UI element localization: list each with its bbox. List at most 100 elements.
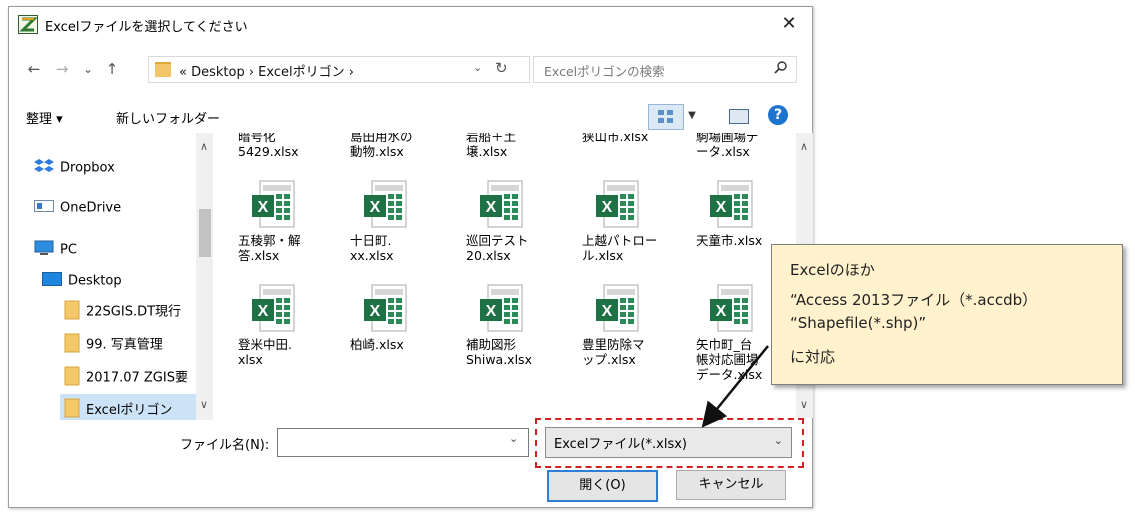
- scroll-down-icon[interactable]: ∨: [800, 398, 808, 411]
- filename-input[interactable]: [277, 428, 529, 457]
- view-options-dropdown[interactable]: ▼: [684, 104, 700, 128]
- sidebar-item-dropbox[interactable]: Dropbox: [34, 158, 115, 178]
- svg-text:X: X: [716, 303, 727, 320]
- file-item[interactable]: X 柏崎.xlsx: [338, 283, 434, 352]
- refresh-icon[interactable]: ↻: [495, 59, 508, 77]
- preview-pane-icon[interactable]: [729, 109, 749, 124]
- file-item[interactable]: X 登米中田. xlsx: [226, 283, 322, 367]
- cancel-button[interactable]: キャンセル: [676, 470, 786, 500]
- file-name: 巡回テスト 20.xlsx: [466, 233, 529, 263]
- excel-file-icon: X: [708, 283, 756, 333]
- folder-icon: [155, 62, 171, 77]
- svg-text:X: X: [486, 199, 497, 216]
- forward-button[interactable]: →: [50, 56, 74, 82]
- callout-line: “Shapefile(*.shp)”: [790, 314, 927, 332]
- dropbox-icon: [34, 158, 54, 178]
- file-item[interactable]: X 天童市.xlsx: [684, 179, 780, 248]
- excel-file-icon: X: [594, 179, 642, 229]
- file-item[interactable]: X島田用水の動物.xlsx: [338, 133, 434, 159]
- excel-file-icon: X: [250, 179, 298, 229]
- search-icon: [774, 60, 788, 78]
- sidebar-scrollbar[interactable]: [196, 133, 213, 420]
- sidebar-item-onedrive[interactable]: OneDrive: [34, 199, 121, 217]
- navigation-pane: Dropbox OneDrive PC Desktop 22SGIS.DT現行 …: [12, 133, 222, 420]
- breadcrumb[interactable]: « Desktop › Excelポリゴン ›: [179, 61, 354, 80]
- folder-icon: [64, 366, 80, 390]
- scroll-up-icon[interactable]: ∧: [800, 140, 808, 153]
- app-logo-icon: [18, 15, 38, 34]
- file-item[interactable]: X狭山市.xlsx: [570, 133, 666, 144]
- folder-icon: [64, 300, 80, 324]
- file-item[interactable]: X 十日町. xx.xlsx: [338, 179, 434, 263]
- annotation-callout: Excelのほか “Access 2013ファイル（*.accdb） “Shap…: [771, 244, 1123, 385]
- file-item[interactable]: X暗号化5429.xlsx: [226, 133, 322, 159]
- desktop-icon: [42, 272, 62, 290]
- file-name: 狭山市.xlsx: [582, 133, 649, 144]
- svg-text:X: X: [370, 199, 381, 216]
- open-button[interactable]: 開く(O): [547, 470, 658, 502]
- svg-text:X: X: [486, 303, 497, 320]
- excel-file-icon: X: [594, 283, 642, 333]
- sidebar-item-folder[interactable]: 2017.07 ZGIS要: [64, 366, 188, 390]
- file-item[interactable]: X 豊里防除マ ップ.xlsx: [570, 283, 666, 367]
- scroll-down-icon[interactable]: ∨: [200, 398, 208, 411]
- new-folder-button[interactable]: 新しいフォルダー: [116, 108, 220, 127]
- file-item[interactable]: X駒場圃場データ.xlsx: [684, 133, 780, 159]
- file-name: 暗号化 5429.xlsx: [238, 133, 299, 159]
- view-toggle-button[interactable]: [648, 104, 684, 130]
- folder-icon: [64, 333, 80, 357]
- sidebar-scroll-thumb[interactable]: [199, 209, 211, 257]
- excel-file-icon: X: [362, 283, 410, 333]
- sidebar-item-folder[interactable]: 22SGIS.DT現行: [64, 300, 181, 324]
- svg-text:X: X: [258, 199, 269, 216]
- onedrive-icon: [34, 199, 54, 217]
- file-item[interactable]: X 五稜郭・解 答.xlsx: [226, 179, 322, 263]
- excel-file-icon: X: [478, 179, 526, 229]
- up-button[interactable]: ↑: [100, 56, 124, 82]
- chevron-down-icon[interactable]: ⌄: [473, 61, 482, 74]
- file-name: 柏崎.xlsx: [350, 337, 404, 352]
- back-button[interactable]: ←: [22, 56, 46, 82]
- svg-text:X: X: [716, 199, 727, 216]
- excel-file-icon: X: [708, 179, 756, 229]
- file-name: 天童市.xlsx: [696, 233, 763, 248]
- file-name: 駒場圃場デ ータ.xlsx: [696, 133, 759, 159]
- file-item[interactable]: X 巡回テスト 20.xlsx: [454, 179, 550, 263]
- file-name: 豊里防除マ ップ.xlsx: [582, 337, 645, 367]
- organize-button[interactable]: 整理 ▾: [26, 108, 63, 127]
- file-name: 岩船＋土 壌.xlsx: [466, 133, 517, 159]
- annotation-arrow: [701, 345, 769, 428]
- address-bar[interactable]: « Desktop › Excelポリゴン › ⌄ ↻: [148, 56, 530, 83]
- search-input[interactable]: Excelポリゴンの検索: [533, 56, 797, 83]
- chevron-down-icon[interactable]: ⌄: [509, 432, 518, 445]
- recent-locations-button[interactable]: ⌄: [76, 56, 100, 82]
- sidebar-item-desktop[interactable]: Desktop: [42, 272, 122, 290]
- file-name: 登米中田. xlsx: [238, 337, 292, 367]
- svg-text:X: X: [602, 303, 613, 320]
- file-name: 五稜郭・解 答.xlsx: [238, 233, 301, 263]
- search-placeholder: Excelポリゴンの検索: [544, 64, 665, 79]
- svg-text:X: X: [258, 303, 269, 320]
- excel-file-icon: X: [362, 179, 410, 229]
- svg-text:X: X: [602, 199, 613, 216]
- sidebar-item-folder[interactable]: 99. 写真管理: [64, 333, 163, 357]
- callout-line: “Access 2013ファイル（*.accdb）: [790, 291, 1038, 309]
- filename-label: ファイル名(N):: [180, 438, 270, 453]
- file-item[interactable]: X 上越パトロー ル.xlsx: [570, 179, 666, 263]
- close-button[interactable]: ✕: [766, 7, 812, 41]
- svg-text:X: X: [370, 303, 381, 320]
- callout-line: に対応: [790, 348, 836, 366]
- scroll-up-icon[interactable]: ∧: [200, 140, 208, 153]
- file-name: 島田用水の 動物.xlsx: [350, 133, 413, 159]
- sidebar-item-excel-polygon[interactable]: Excelポリゴン: [60, 394, 200, 420]
- file-name: 十日町. xx.xlsx: [350, 233, 394, 263]
- help-button[interactable]: ?: [768, 105, 788, 125]
- title-bar: Excelファイルを選択してください ✕: [9, 7, 812, 41]
- file-item[interactable]: X 補助図形 Shiwa.xlsx: [454, 283, 550, 367]
- excel-file-icon: X: [250, 283, 298, 333]
- sidebar-item-pc[interactable]: PC: [34, 240, 77, 260]
- file-item[interactable]: X岩船＋土壌.xlsx: [454, 133, 550, 159]
- callout-line: Excelのほか: [790, 261, 875, 279]
- file-name: 上越パトロー ル.xlsx: [582, 233, 658, 263]
- window-title: Excelファイルを選択してください: [45, 20, 248, 35]
